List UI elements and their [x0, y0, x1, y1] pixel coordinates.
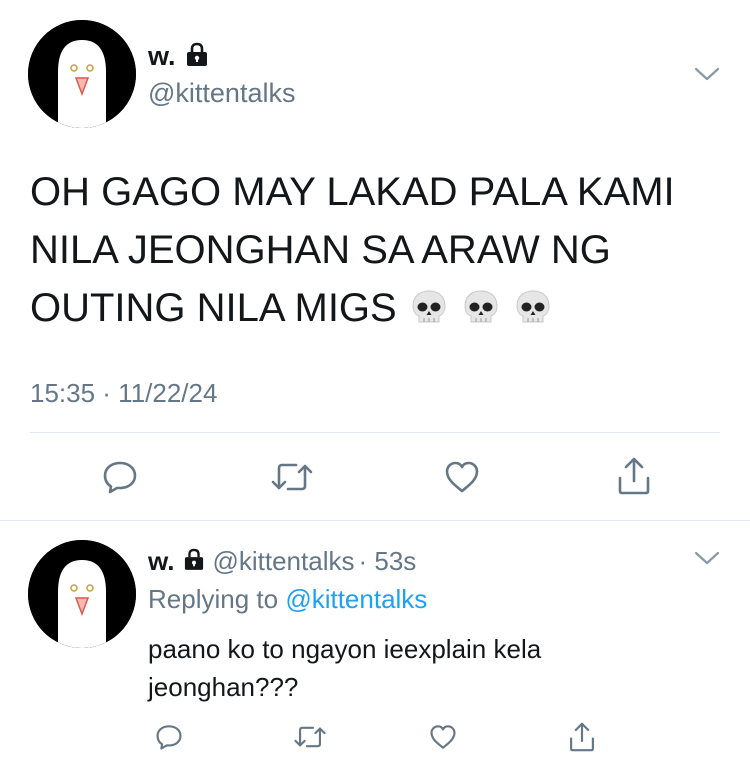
like-icon — [444, 460, 480, 494]
reply-avatar[interactable] — [28, 540, 136, 648]
display-name[interactable]: w. — [148, 41, 176, 72]
tweet-text: OH GAGO MAY LAKAD PALA KAMI NILA JEONGHA… — [30, 163, 710, 337]
author-row: w. — [148, 40, 208, 72]
share-icon — [616, 456, 652, 496]
lock-icon — [186, 42, 208, 71]
handle[interactable]: @kittentalks — [148, 78, 295, 109]
like-button[interactable] — [440, 455, 484, 499]
retweet-icon — [270, 460, 314, 494]
replying-to-label: Replying to — [148, 584, 279, 614]
reply-text: paano ko to ngayon ieexplain kela jeongh… — [148, 634, 542, 702]
chevron-down-icon[interactable] — [694, 550, 720, 566]
tweet-timestamp[interactable]: 15:35 · 11/22/24 — [30, 378, 217, 409]
reply-icon — [155, 724, 183, 750]
replying-to-handle[interactable]: @kittentalks — [285, 584, 427, 614]
reply-display-name[interactable]: w. — [148, 546, 174, 577]
divider — [30, 432, 720, 433]
reply-time: · 53s — [358, 545, 417, 576]
reply-reply-button[interactable] — [152, 720, 186, 754]
reply-handle[interactable]: @kittentalks — [212, 546, 354, 577]
reply-retweet-button[interactable] — [290, 720, 330, 754]
share-icon — [568, 721, 596, 753]
skull-emoji-icon — [513, 287, 553, 327]
reply-author-row: w. @kittentalks · 53s — [148, 545, 416, 577]
share-button[interactable] — [612, 452, 656, 500]
retweet-icon — [293, 724, 327, 750]
reply-share-button[interactable] — [565, 718, 599, 756]
reply-icon — [102, 460, 138, 494]
chevron-down-icon[interactable] — [694, 66, 720, 82]
skull-emoji-icon — [461, 287, 501, 327]
like-icon — [429, 724, 457, 750]
avatar[interactable] — [28, 20, 136, 128]
reply-button[interactable] — [98, 455, 142, 499]
lock-icon — [184, 546, 204, 577]
reply-like-button[interactable] — [426, 720, 460, 754]
retweet-button[interactable] — [268, 455, 316, 499]
replying-to: Replying to @kittentalks — [148, 584, 427, 615]
section-divider — [0, 520, 750, 521]
skull-emoji-icon — [409, 287, 449, 327]
tweet-text-content: OH GAGO MAY LAKAD PALA KAMI NILA JEONGHA… — [30, 170, 675, 330]
